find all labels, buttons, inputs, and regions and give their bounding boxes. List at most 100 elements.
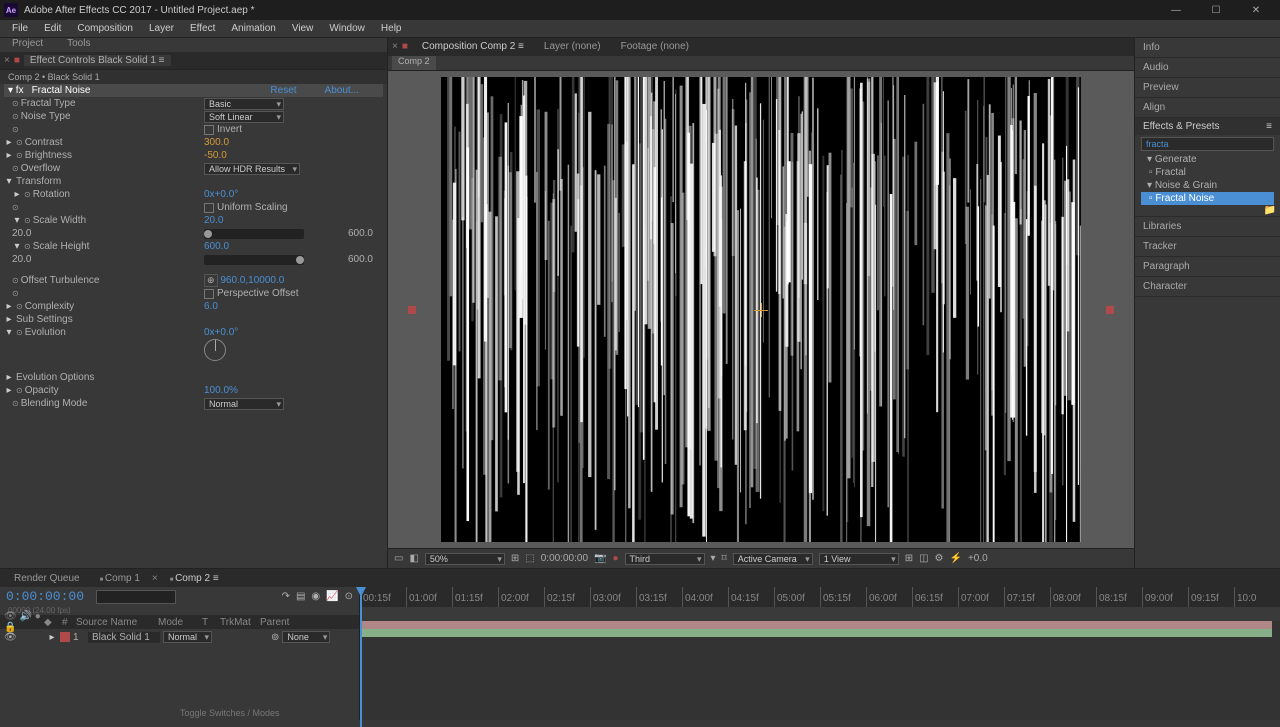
menu-effect[interactable]: Effect <box>182 23 223 34</box>
layer-name[interactable]: Black Solid 1 <box>88 632 160 643</box>
invert-checkbox[interactable] <box>204 125 214 135</box>
left-handle[interactable] <box>408 306 416 314</box>
menu-help[interactable]: Help <box>373 23 410 34</box>
shy-icon[interactable]: ↷ <box>282 591 290 602</box>
exposure-value[interactable]: +0.0 <box>968 553 988 564</box>
crosshair-icon[interactable]: ⊕ <box>204 274 218 287</box>
mask-icon[interactable]: ● <box>612 553 618 564</box>
playhead[interactable] <box>360 587 362 727</box>
col-parent[interactable]: Parent <box>260 617 289 628</box>
align-panel-tab[interactable]: Align <box>1135 98 1280 118</box>
fractal-type-dropdown[interactable]: Basic <box>204 98 284 110</box>
monitor-icon[interactable]: ▭ <box>394 553 403 564</box>
perspective-offset-checkbox[interactable] <box>204 289 214 299</box>
preview-panel-tab[interactable]: Preview <box>1135 78 1280 98</box>
close-button[interactable]: ✕ <box>1236 0 1276 20</box>
effects-presets-panel[interactable]: Effects & Presets≡ <box>1135 118 1280 135</box>
scale-width-slider[interactable] <box>204 229 304 239</box>
project-tab[interactable]: Project <box>8 38 47 52</box>
transparency-icon[interactable]: ◧ <box>409 553 418 564</box>
col-source-name[interactable]: Source Name <box>76 617 158 628</box>
tracker-panel-tab[interactable]: Tracker <box>1135 237 1280 257</box>
reset-link[interactable]: Reset <box>270 85 296 96</box>
composition-viewport[interactable] <box>388 71 1134 548</box>
layer-search-input[interactable] <box>96 590 176 604</box>
menu-composition[interactable]: Composition <box>69 23 141 34</box>
channel-icon[interactable]: ⚙ <box>935 553 944 564</box>
comp-1-tl-tab[interactable]: Comp 1 <box>92 573 148 584</box>
anchor-point-icon[interactable] <box>754 303 768 317</box>
menu-file[interactable]: File <box>4 23 36 34</box>
snap-icon[interactable]: ⊙ <box>345 591 353 602</box>
evolution-dial[interactable] <box>204 339 226 361</box>
col-mode[interactable]: Mode <box>158 617 202 628</box>
libraries-panel-tab[interactable]: Libraries <box>1135 217 1280 237</box>
scale-width-value[interactable]: 20.0 <box>204 215 223 226</box>
timeline-timecode[interactable]: 0:00:00:00 <box>6 589 84 604</box>
maximize-button[interactable]: ☐ <box>1196 0 1236 20</box>
comp-2-tl-tab[interactable]: Comp 2 ≡ <box>162 573 227 584</box>
frame-blend-icon[interactable]: ▤ <box>296 591 305 602</box>
effect-controls-tab[interactable]: Effect Controls Black Solid 1 ≡ <box>24 55 171 66</box>
contrast-value[interactable]: 300.0 <box>204 137 229 148</box>
views-dropdown[interactable]: 1 View <box>819 553 899 565</box>
character-panel-tab[interactable]: Character <box>1135 277 1280 297</box>
about-link[interactable]: About... <box>325 85 359 96</box>
toggle-switches[interactable]: Toggle Switches / Modes <box>180 708 280 718</box>
footage-tab[interactable]: Footage (none) <box>611 41 699 52</box>
menu-edit[interactable]: Edit <box>36 23 69 34</box>
camera-dropdown[interactable]: Active Camera <box>733 553 813 565</box>
opacity-value[interactable]: 100.0% <box>204 385 238 396</box>
menu-view[interactable]: View <box>284 23 322 34</box>
graph-icon[interactable]: 📈 <box>326 591 338 602</box>
sub-settings-label[interactable]: Sub Settings <box>16 314 73 325</box>
col-trkmat[interactable]: TrkMat <box>220 617 260 628</box>
layer-parent-dropdown[interactable]: None <box>282 631 330 643</box>
menu-layer[interactable]: Layer <box>141 23 182 34</box>
tree-fractal[interactable]: ▫ Fractal <box>1141 166 1274 179</box>
blending-mode-dropdown[interactable]: Normal <box>204 398 284 410</box>
evolution-options-label[interactable]: Evolution Options <box>16 372 94 383</box>
fast-preview-icon[interactable]: ⚡ <box>950 553 962 564</box>
noise-type-dropdown[interactable]: Soft Linear <box>204 111 284 123</box>
res-icon[interactable]: ⊞ <box>511 553 519 564</box>
evolution-value[interactable]: 0x+0.0° <box>204 327 238 338</box>
timeline-ruler[interactable]: 00:15f01:00f01:15f02:00f02:15f03:00f03:1… <box>360 587 1280 607</box>
menu-animation[interactable]: Animation <box>223 23 283 34</box>
right-handle[interactable] <box>1106 306 1114 314</box>
effects-search-input[interactable] <box>1141 137 1274 151</box>
pixel-icon[interactable]: ◫ <box>919 553 928 564</box>
tree-fractal-noise[interactable]: ▫ Fractal Noise <box>1141 192 1274 205</box>
complexity-value[interactable]: 6.0 <box>204 301 218 312</box>
layer-color-label[interactable] <box>60 632 70 642</box>
grid-icon[interactable]: ⊞ <box>905 553 913 564</box>
stopwatch-icon[interactable]: ⊙ <box>12 99 19 108</box>
paragraph-panel-tab[interactable]: Paragraph <box>1135 257 1280 277</box>
tree-noise-grain[interactable]: ▾ Noise & Grain <box>1141 179 1274 192</box>
minimize-button[interactable]: — <box>1156 0 1196 20</box>
layer-bar[interactable] <box>362 621 1272 637</box>
quality-dropdown[interactable]: Third <box>625 553 705 565</box>
viewer-timecode[interactable]: 0:00:00:00 <box>541 553 588 564</box>
new-bin-icon[interactable]: 📁 <box>1264 205 1276 216</box>
comp-2-tab[interactable]: Comp 2 <box>392 56 436 71</box>
zoom-dropdown[interactable]: 50% <box>425 553 505 565</box>
motion-blur-icon[interactable]: ◉ <box>311 591 320 602</box>
scale-height-slider[interactable] <box>204 255 304 265</box>
uniform-scaling-checkbox[interactable] <box>204 203 214 213</box>
composition-tab[interactable]: Composition Comp 2 ≡ <box>412 41 534 52</box>
info-panel-tab[interactable]: Info <box>1135 38 1280 58</box>
audio-panel-tab[interactable]: Audio <box>1135 58 1280 78</box>
layer-mode-dropdown[interactable]: Normal <box>163 631 212 643</box>
3d-icon[interactable]: ⌑ <box>722 553 727 564</box>
render-queue-tab[interactable]: Render Queue <box>6 573 88 584</box>
offset-value[interactable]: 960.0,10000.0 <box>220 275 284 286</box>
overflow-dropdown[interactable]: Allow HDR Results <box>204 163 300 175</box>
fx-fractal-noise-header[interactable]: ▾ fxFractal Noise Reset About... <box>4 84 383 97</box>
region-icon[interactable]: ⬚ <box>525 553 534 564</box>
tools-tab[interactable]: Tools <box>63 38 94 52</box>
layer-tab[interactable]: Layer (none) <box>534 41 611 52</box>
scale-height-value[interactable]: 600.0 <box>204 241 229 252</box>
tree-generate[interactable]: ▾ Generate <box>1141 153 1274 166</box>
rotation-value[interactable]: 0x+0.0° <box>204 189 238 200</box>
